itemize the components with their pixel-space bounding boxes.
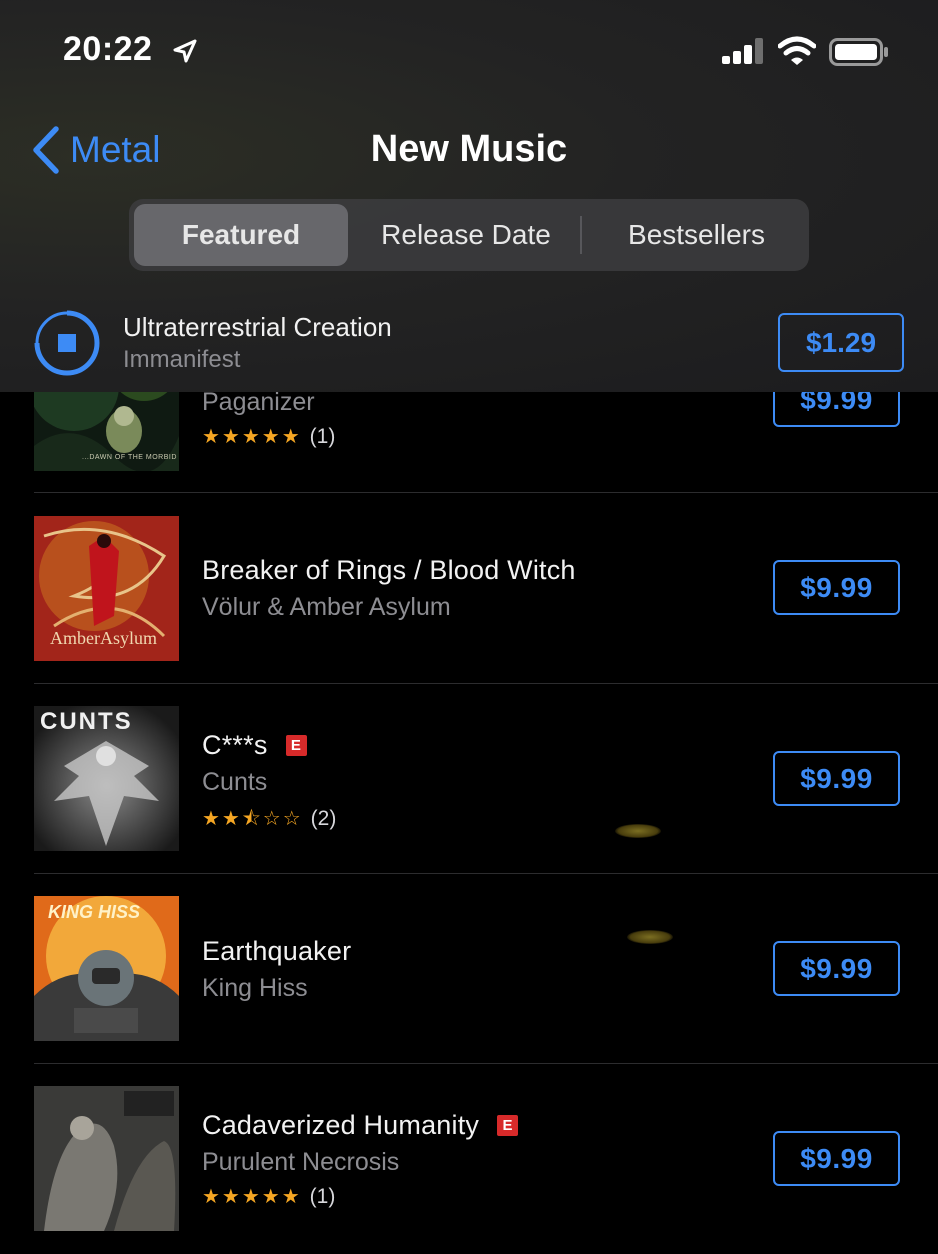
explicit-badge: E bbox=[285, 735, 307, 756]
album-art-caption: KING HISS bbox=[48, 902, 141, 922]
album-art-caption: ...DAWN OF THE MORBID bbox=[82, 454, 177, 461]
star-rating-icon: ★★⯪☆☆ bbox=[202, 808, 303, 830]
now-playing-price-button[interactable]: $1.29 bbox=[778, 313, 904, 372]
album-title: C***s E bbox=[202, 730, 307, 761]
cellular-signal-icon bbox=[722, 38, 763, 64]
download-progress-stop-icon[interactable] bbox=[34, 310, 100, 376]
price-button[interactable]: $9.99 bbox=[773, 941, 900, 996]
album-artist: Völur & Amber Asylum bbox=[202, 593, 451, 621]
album-artist: Cunts bbox=[202, 768, 268, 796]
price-button[interactable]: $9.99 bbox=[773, 560, 900, 615]
segment-bestsellers[interactable]: Bestsellers bbox=[584, 199, 809, 271]
rating-count: (2) bbox=[310, 807, 337, 830]
now-playing-row[interactable]: Ultraterrestrial Creation Immanifest $1.… bbox=[0, 300, 938, 392]
status-time: 20:22 bbox=[63, 30, 153, 68]
explicit-badge: E bbox=[497, 1115, 519, 1136]
album-title-text: C***s bbox=[202, 730, 268, 760]
segment-release-date[interactable]: Release Date bbox=[353, 199, 579, 271]
album-rating: ★★★★★ (1) bbox=[202, 1184, 335, 1209]
album-rating: ★★⯪☆☆ (2) bbox=[202, 804, 336, 838]
album-row-cadaverized-humanity[interactable]: Cadaverized Humanity E Purulent Necrosis … bbox=[0, 1064, 938, 1254]
album-artist: Purulent Necrosis bbox=[202, 1148, 400, 1176]
album-title: Cadaverized Humanity E bbox=[202, 1110, 519, 1141]
battery-icon bbox=[829, 38, 888, 66]
location-arrow-icon bbox=[173, 39, 197, 63]
album-art-caption: AmberAsylum bbox=[50, 628, 157, 648]
album-title: Breaker of Rings / Blood Witch bbox=[202, 555, 576, 585]
star-rating-icon: ★★★★★ bbox=[202, 426, 302, 448]
segmented-control: Featured Release Date Bestsellers bbox=[129, 199, 809, 271]
star-rating-icon: ★★★★★ bbox=[202, 1186, 302, 1208]
album-art-caption: CUNTS bbox=[40, 708, 133, 735]
album-row-breaker-of-rings[interactable]: AmberAsylum Breaker of Rings / Blood Wit… bbox=[0, 493, 938, 683]
album-art-cunts: CUNTS bbox=[34, 706, 179, 851]
segment-separator bbox=[580, 216, 582, 254]
album-art-earthquaker: KING HISS bbox=[34, 896, 179, 1041]
rating-count: (1) bbox=[309, 425, 336, 448]
album-art-breaker-of-rings: AmberAsylum bbox=[34, 516, 179, 661]
page-title: New Music bbox=[370, 128, 568, 170]
now-playing-artist: Immanifest bbox=[123, 346, 241, 373]
wifi-icon bbox=[778, 36, 816, 65]
price-button[interactable]: $9.99 bbox=[773, 751, 900, 806]
rating-count: (1) bbox=[309, 1185, 336, 1208]
album-title-text: Cadaverized Humanity bbox=[202, 1110, 480, 1140]
album-title: Earthquaker bbox=[202, 936, 352, 966]
navigation-header: 20:22 Metal New Music Featured Release D… bbox=[0, 0, 938, 392]
album-artist: King Hiss bbox=[202, 974, 308, 1002]
price-button[interactable]: $9.99 bbox=[773, 1131, 900, 1186]
album-row-cunts[interactable]: CUNTS C***s E Cunts ★★⯪☆☆ (2) $9.99 bbox=[0, 684, 938, 874]
album-row-earthquaker[interactable]: KING HISS Earthquaker King Hiss $9.99 bbox=[0, 874, 938, 1064]
segment-featured[interactable]: Featured bbox=[134, 204, 348, 266]
album-rating: ★★★★★ (1) bbox=[202, 424, 335, 449]
album-art-cadaverized-humanity bbox=[34, 1086, 179, 1231]
now-playing-title: Ultraterrestrial Creation bbox=[123, 312, 392, 342]
screen-smudge bbox=[627, 930, 673, 944]
screen-smudge bbox=[615, 824, 661, 838]
album-artist: Paganizer bbox=[202, 388, 315, 416]
